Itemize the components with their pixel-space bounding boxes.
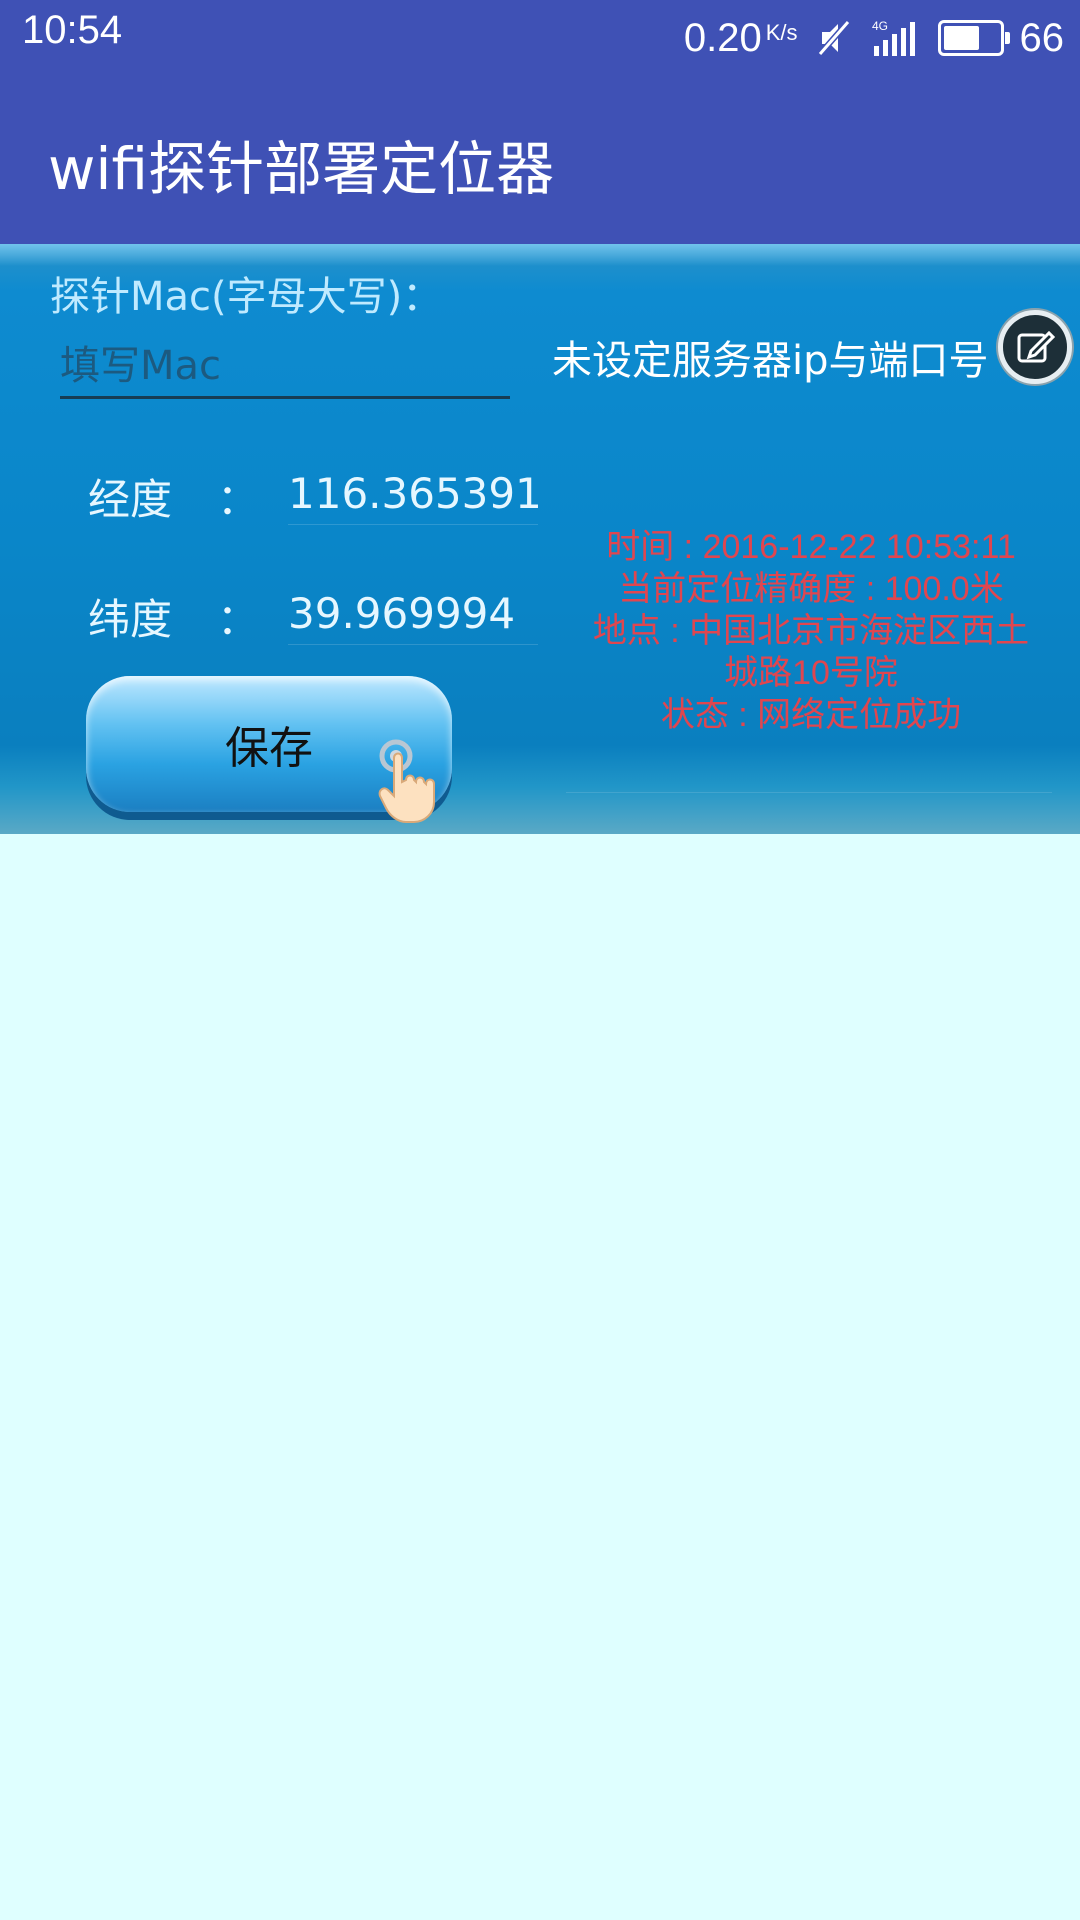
latitude-row: 纬度 ： 39.969994 [88, 586, 538, 647]
battery-fill [943, 26, 980, 50]
save-button-label: 保存 [225, 723, 313, 774]
info-location-line1: 地点 : 中国北京市海淀区西土 [592, 612, 1030, 650]
info-status: 状态 : 网络定位成功 [660, 696, 962, 734]
status-right: 0.20 K/s 4G 66 [684, 8, 1064, 68]
info-time: 时间 : 2016-12-22 10:53:11 [606, 528, 1016, 566]
longitude-label: 经度 [88, 475, 173, 524]
battery-icon [937, 20, 1010, 56]
longitude-value: 116.365391 [288, 469, 542, 525]
hand-pointer-icon [378, 739, 435, 823]
edit-icon [1017, 330, 1055, 363]
mac-input[interactable] [60, 336, 510, 399]
network-speed: 0.20 K/s [684, 16, 798, 61]
edit-server-button[interactable] [998, 310, 1072, 384]
latitude-colon: ： [216, 595, 259, 644]
app-bar: wifi探针部署定位器 [0, 74, 1080, 244]
longitude-colon: ： [216, 475, 259, 524]
info-divider [566, 792, 1052, 793]
signal-icon: 4G [870, 18, 922, 58]
network-speed-unit: K/s [765, 19, 798, 45]
network-type-label: 4G [872, 19, 888, 33]
app-title: wifi探针部署定位器 [48, 135, 555, 203]
info-accuracy: 当前定位精确度 : 100.0米 [618, 570, 1004, 608]
status-time: 10:54 [22, 8, 123, 52]
status-bar: 10:54 0.20 K/s 4G 66 [0, 0, 1080, 74]
probe-panel: 探针Mac(字母大写)： 经度 ： 116.365391 纬度 ： 39.969… [0, 244, 1080, 834]
battery-percent: 66 [1019, 15, 1065, 60]
location-info: 时间 : 2016-12-22 10:53:11 当前定位精确度 : 100.0… [566, 526, 1056, 736]
mac-label: 探针Mac(字母大写)： [50, 274, 443, 320]
longitude-row: 经度 ： 116.365391 [88, 466, 542, 527]
latitude-label: 纬度 [88, 595, 173, 644]
server-hint: 未设定服务器ip与端口号 [552, 338, 989, 384]
info-location-line2: 城路10号院 [724, 654, 898, 692]
latitude-value: 39.969994 [288, 589, 538, 645]
network-speed-value: 0.20 [683, 15, 762, 60]
save-button[interactable]: 保存 [86, 676, 452, 823]
mute-icon [814, 18, 854, 58]
